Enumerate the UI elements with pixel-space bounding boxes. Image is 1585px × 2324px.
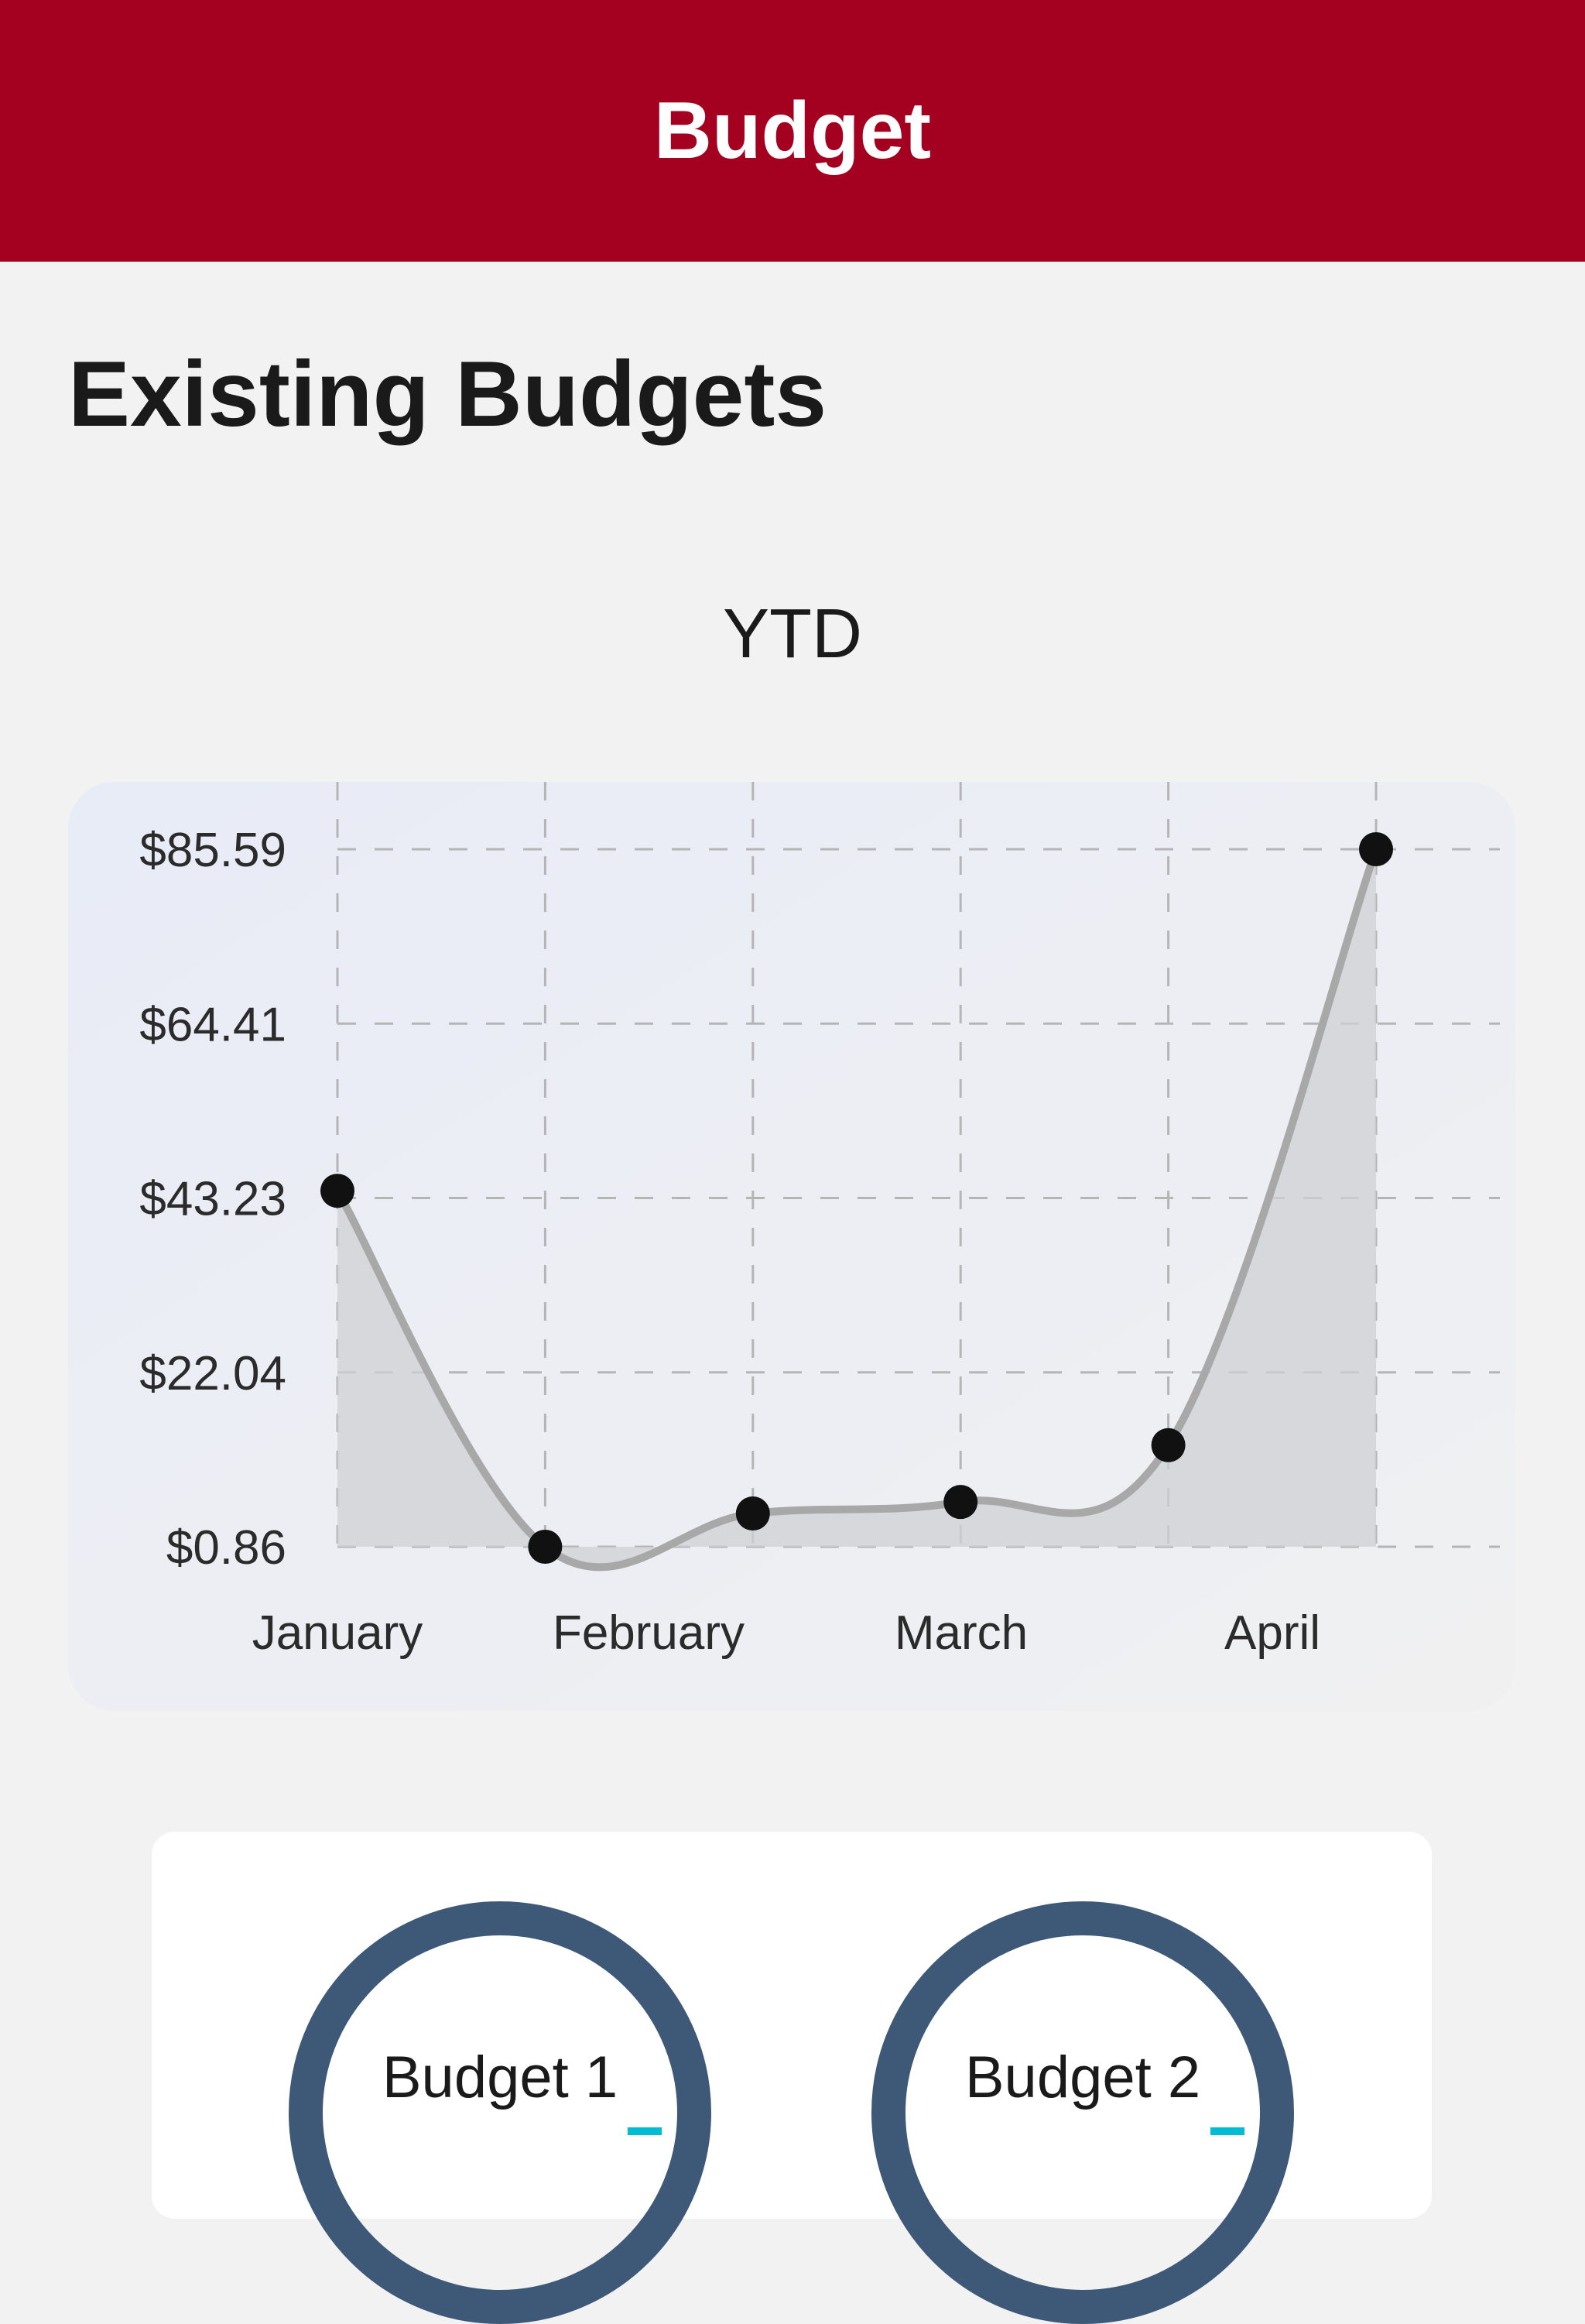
data-point[interactable] [1151, 1428, 1186, 1462]
x-tick-label: January [252, 1606, 423, 1660]
budget-ring-1[interactable]: Budget 1 [289, 1901, 711, 2324]
budget-label-2: Budget 2 [964, 2045, 1201, 2110]
x-tick-label: April [1224, 1606, 1320, 1660]
data-point[interactable] [1359, 832, 1393, 866]
data-point[interactable] [320, 1174, 354, 1208]
ytd-chart: $85.59 $64.41 $43.23 $22.04 $0.86 January Feb… [68, 782, 1515, 1711]
y-tick-label: $0.86 [166, 1521, 286, 1575]
budget-ring-2[interactable]: Budget 2 [871, 1901, 1294, 2324]
data-point[interactable] [528, 1530, 563, 1564]
y-tick-label: $43.23 [139, 1173, 286, 1226]
budget-ring-accent-2 [1210, 2127, 1244, 2135]
x-tick-label: February [553, 1606, 745, 1660]
budget-label-1: Budget 1 [382, 2045, 618, 2110]
x-tick-label: March [895, 1606, 1028, 1660]
y-tick-label: $22.04 [139, 1347, 286, 1400]
data-point[interactable] [943, 1485, 978, 1520]
y-tick-label: $64.41 [139, 998, 286, 1051]
budget-ring-accent-1 [628, 2127, 662, 2135]
data-point[interactable] [735, 1496, 770, 1531]
budgets-card: Budget 1 Budget 2 [152, 1832, 1432, 2324]
y-tick-label: $85.59 [139, 824, 286, 877]
